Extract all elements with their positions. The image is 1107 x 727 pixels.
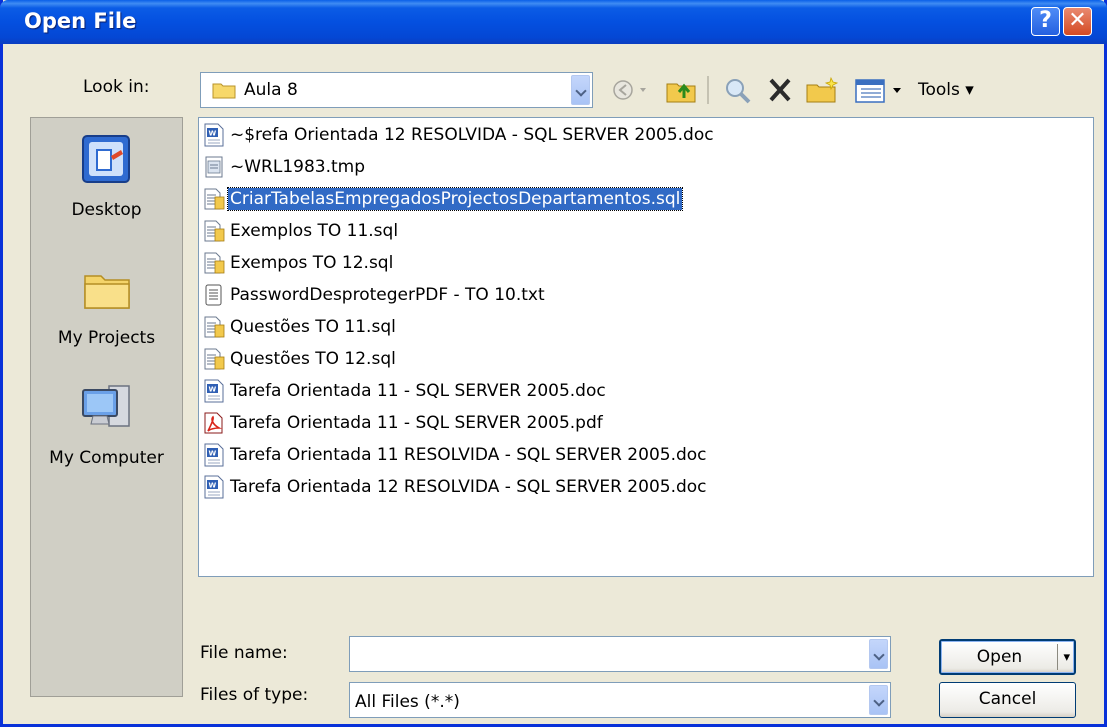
sql-file-icon bbox=[204, 188, 225, 210]
file-item[interactable]: Tarefa Orientada 11 - SQL SERVER 2005.pd… bbox=[203, 409, 605, 437]
file-item[interactable]: Exemplos TO 11.sql bbox=[203, 217, 400, 245]
file-item[interactable]: Exempos TO 12.sql bbox=[203, 249, 395, 277]
search-web-icon[interactable] bbox=[721, 76, 755, 104]
cancel-button[interactable]: Cancel bbox=[939, 682, 1076, 718]
look-in-label: Look in: bbox=[83, 77, 150, 97]
new-folder-icon[interactable] bbox=[805, 76, 839, 104]
sql-file-icon bbox=[204, 316, 225, 338]
file-item[interactable]: Questões TO 12.sql bbox=[203, 345, 398, 373]
word-doc-icon: W bbox=[204, 443, 224, 467]
file-item[interactable]: W Tarefa Orientada 12 RESOLVIDA - SQL SER… bbox=[203, 473, 709, 501]
file-item[interactable]: W Tarefa Orientada 11 RESOLVIDA - SQL SER… bbox=[203, 441, 709, 469]
tmp-file-icon bbox=[205, 156, 223, 178]
toolbar: Tools ▾ bbox=[609, 74, 999, 108]
cancel-button-label: Cancel bbox=[978, 689, 1037, 709]
word-doc-icon: W bbox=[204, 379, 224, 403]
file-item[interactable]: W Tarefa Orientada 11 - SQL SERVER 2005.d… bbox=[203, 377, 608, 405]
file-name: ~$refa Orientada 12 RESOLVIDA - SQL SERV… bbox=[230, 125, 714, 145]
file-name: ~WRL1983.tmp bbox=[230, 157, 366, 177]
folder-icon bbox=[83, 275, 130, 309]
chevron-down-icon[interactable] bbox=[869, 685, 888, 715]
file-name: CriarTabelasEmpregadosProjectosDepartame… bbox=[226, 187, 684, 211]
file-name-input[interactable] bbox=[349, 636, 891, 672]
file-item[interactable]: W ~$refa Orientada 12 RESOLVIDA - SQL SER… bbox=[203, 121, 716, 149]
svg-text:W: W bbox=[209, 450, 217, 458]
delete-icon[interactable] bbox=[765, 76, 795, 104]
pdf-file-icon bbox=[204, 412, 223, 434]
file-name: Exemplos TO 11.sql bbox=[230, 221, 399, 241]
files-of-type-dropdown[interactable]: All Files (*.*) bbox=[349, 682, 891, 718]
sql-file-icon bbox=[204, 348, 225, 370]
desktop-icon bbox=[81, 135, 130, 183]
open-options-arrow-icon[interactable]: ▾ bbox=[1063, 641, 1070, 674]
file-name: Tarefa Orientada 11 RESOLVIDA - SQL SERV… bbox=[230, 445, 707, 465]
title-bar[interactable]: Open File ? ✕ bbox=[0, 0, 1107, 44]
open-button[interactable]: Open ▾ bbox=[939, 639, 1076, 675]
places-bar: Desktop My Projects My Computer bbox=[30, 117, 183, 697]
file-list[interactable]: W ~$refa Orientada 12 RESOLVIDA - SQL SER… bbox=[198, 117, 1094, 577]
files-of-type-value: All Files (*.*) bbox=[355, 692, 460, 712]
file-name: Exempos TO 12.sql bbox=[230, 253, 394, 273]
files-of-type-label: Files of type: bbox=[200, 685, 309, 705]
tools-menu[interactable]: Tools ▾ bbox=[918, 80, 974, 100]
file-item[interactable]: CriarTabelasEmpregadosProjectosDepartame… bbox=[203, 185, 684, 213]
chevron-down-icon[interactable] bbox=[571, 75, 590, 105]
dialog-title: Open File bbox=[24, 9, 137, 33]
file-item[interactable]: ~WRL1983.tmp bbox=[203, 153, 367, 181]
file-name: Questões TO 12.sql bbox=[230, 349, 396, 369]
file-name-label: File name: bbox=[200, 643, 288, 663]
back-icon[interactable] bbox=[609, 76, 649, 104]
place-my-computer[interactable]: My Computer bbox=[31, 380, 182, 468]
file-name: Tarefa Orientada 11 - SQL SERVER 2005.pd… bbox=[230, 413, 603, 433]
toolbar-separator bbox=[707, 76, 709, 104]
file-name: PasswordDesprotegerPDF - TO 10.txt bbox=[230, 285, 545, 305]
file-name: Tarefa Orientada 11 - SQL SERVER 2005.do… bbox=[230, 381, 606, 401]
computer-icon bbox=[81, 385, 130, 427]
svg-text:W: W bbox=[209, 130, 217, 138]
sql-file-icon bbox=[204, 252, 225, 274]
place-my-projects-label: My Projects bbox=[57, 328, 156, 348]
word-doc-icon: W bbox=[204, 475, 224, 499]
text-file-icon bbox=[205, 284, 222, 306]
open-button-label: Open bbox=[976, 647, 1023, 667]
file-name: Tarefa Orientada 12 RESOLVIDA - SQL SERV… bbox=[230, 477, 707, 497]
look-in-value: Aula 8 bbox=[244, 80, 298, 100]
up-folder-icon[interactable] bbox=[665, 76, 699, 104]
file-name: Questões TO 11.sql bbox=[230, 317, 396, 337]
place-my-computer-label: My Computer bbox=[49, 448, 164, 468]
svg-text:W: W bbox=[209, 386, 217, 394]
close-button[interactable]: ✕ bbox=[1063, 7, 1092, 36]
svg-text:W: W bbox=[209, 482, 217, 490]
views-icon[interactable] bbox=[853, 76, 907, 104]
open-split-divider bbox=[1057, 644, 1058, 670]
open-file-dialog: Open File ? ✕ Look in: Aula 8 Tools ▾ De… bbox=[0, 0, 1107, 727]
help-button[interactable]: ? bbox=[1031, 7, 1060, 36]
place-desktop[interactable]: Desktop bbox=[31, 132, 182, 220]
folder-icon bbox=[212, 83, 236, 99]
chevron-down-icon[interactable] bbox=[869, 639, 888, 669]
look-in-dropdown[interactable]: Aula 8 bbox=[200, 72, 593, 108]
sql-file-icon bbox=[204, 220, 225, 242]
place-desktop-label: Desktop bbox=[71, 200, 142, 220]
file-item[interactable]: PasswordDesprotegerPDF - TO 10.txt bbox=[203, 281, 547, 309]
file-item[interactable]: Questões TO 11.sql bbox=[203, 313, 398, 341]
place-my-projects[interactable]: My Projects bbox=[31, 260, 182, 348]
word-doc-icon: W bbox=[204, 123, 224, 147]
